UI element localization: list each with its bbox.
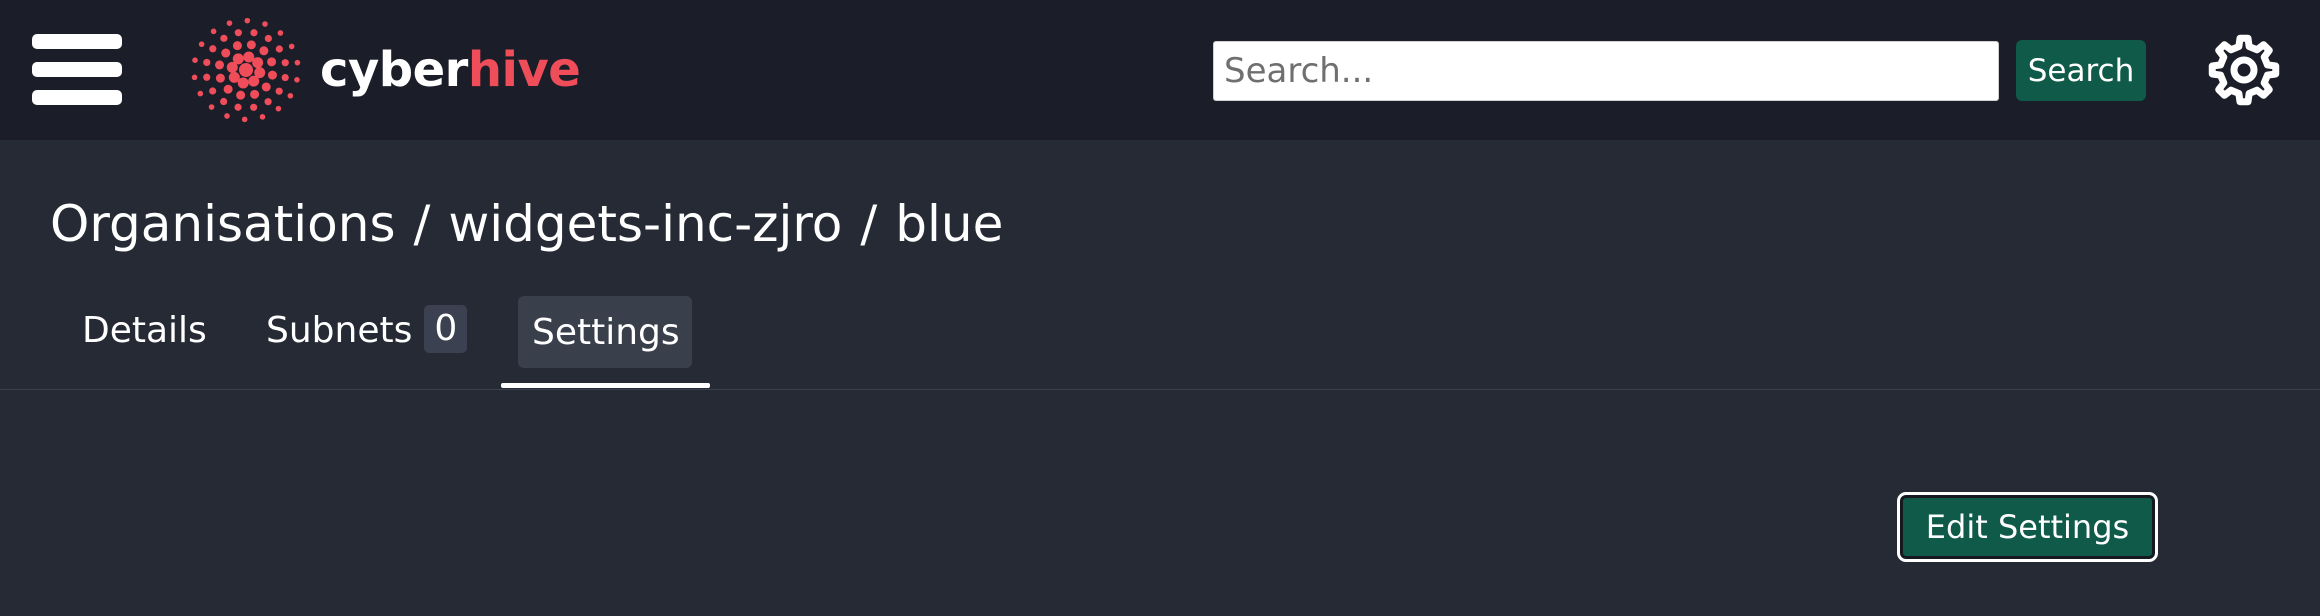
search-button[interactable]: Search [2016, 40, 2146, 101]
edit-settings-button[interactable]: Edit Settings [1897, 492, 2158, 562]
top-navigation-bar: cyberhive Search [0, 0, 2320, 140]
gear-icon[interactable] [2206, 32, 2282, 108]
tab-subnets[interactable]: Subnets 0 [266, 298, 468, 364]
breadcrumb-organisations[interactable]: Organisations [50, 195, 396, 253]
tab-settings[interactable]: Settings [532, 300, 680, 366]
tab-settings-label: Settings [532, 312, 680, 353]
tabs-divider [0, 389, 2320, 390]
breadcrumb: Organisations / widgets-inc-zjro / blue [50, 192, 1003, 256]
tab-details[interactable]: Details [82, 298, 207, 364]
breadcrumb-current: blue [895, 195, 1004, 253]
brand-name-part2: hive [467, 42, 581, 98]
subnets-count-badge: 0 [424, 305, 468, 353]
cyberhive-logo-icon[interactable] [186, 14, 306, 126]
breadcrumb-separator: / [860, 195, 878, 253]
search-input[interactable] [1213, 41, 1999, 101]
active-tab-indicator [501, 383, 710, 388]
tab-details-label: Details [82, 310, 207, 351]
tab-subnets-label: Subnets [266, 310, 413, 351]
breadcrumb-organisation[interactable]: widgets-inc-zjro [448, 195, 842, 253]
brand-name[interactable]: cyberhive [320, 38, 581, 102]
hamburger-menu-icon[interactable] [32, 34, 122, 106]
brand-name-part1: cyber [320, 42, 468, 98]
breadcrumb-separator: / [413, 195, 431, 253]
